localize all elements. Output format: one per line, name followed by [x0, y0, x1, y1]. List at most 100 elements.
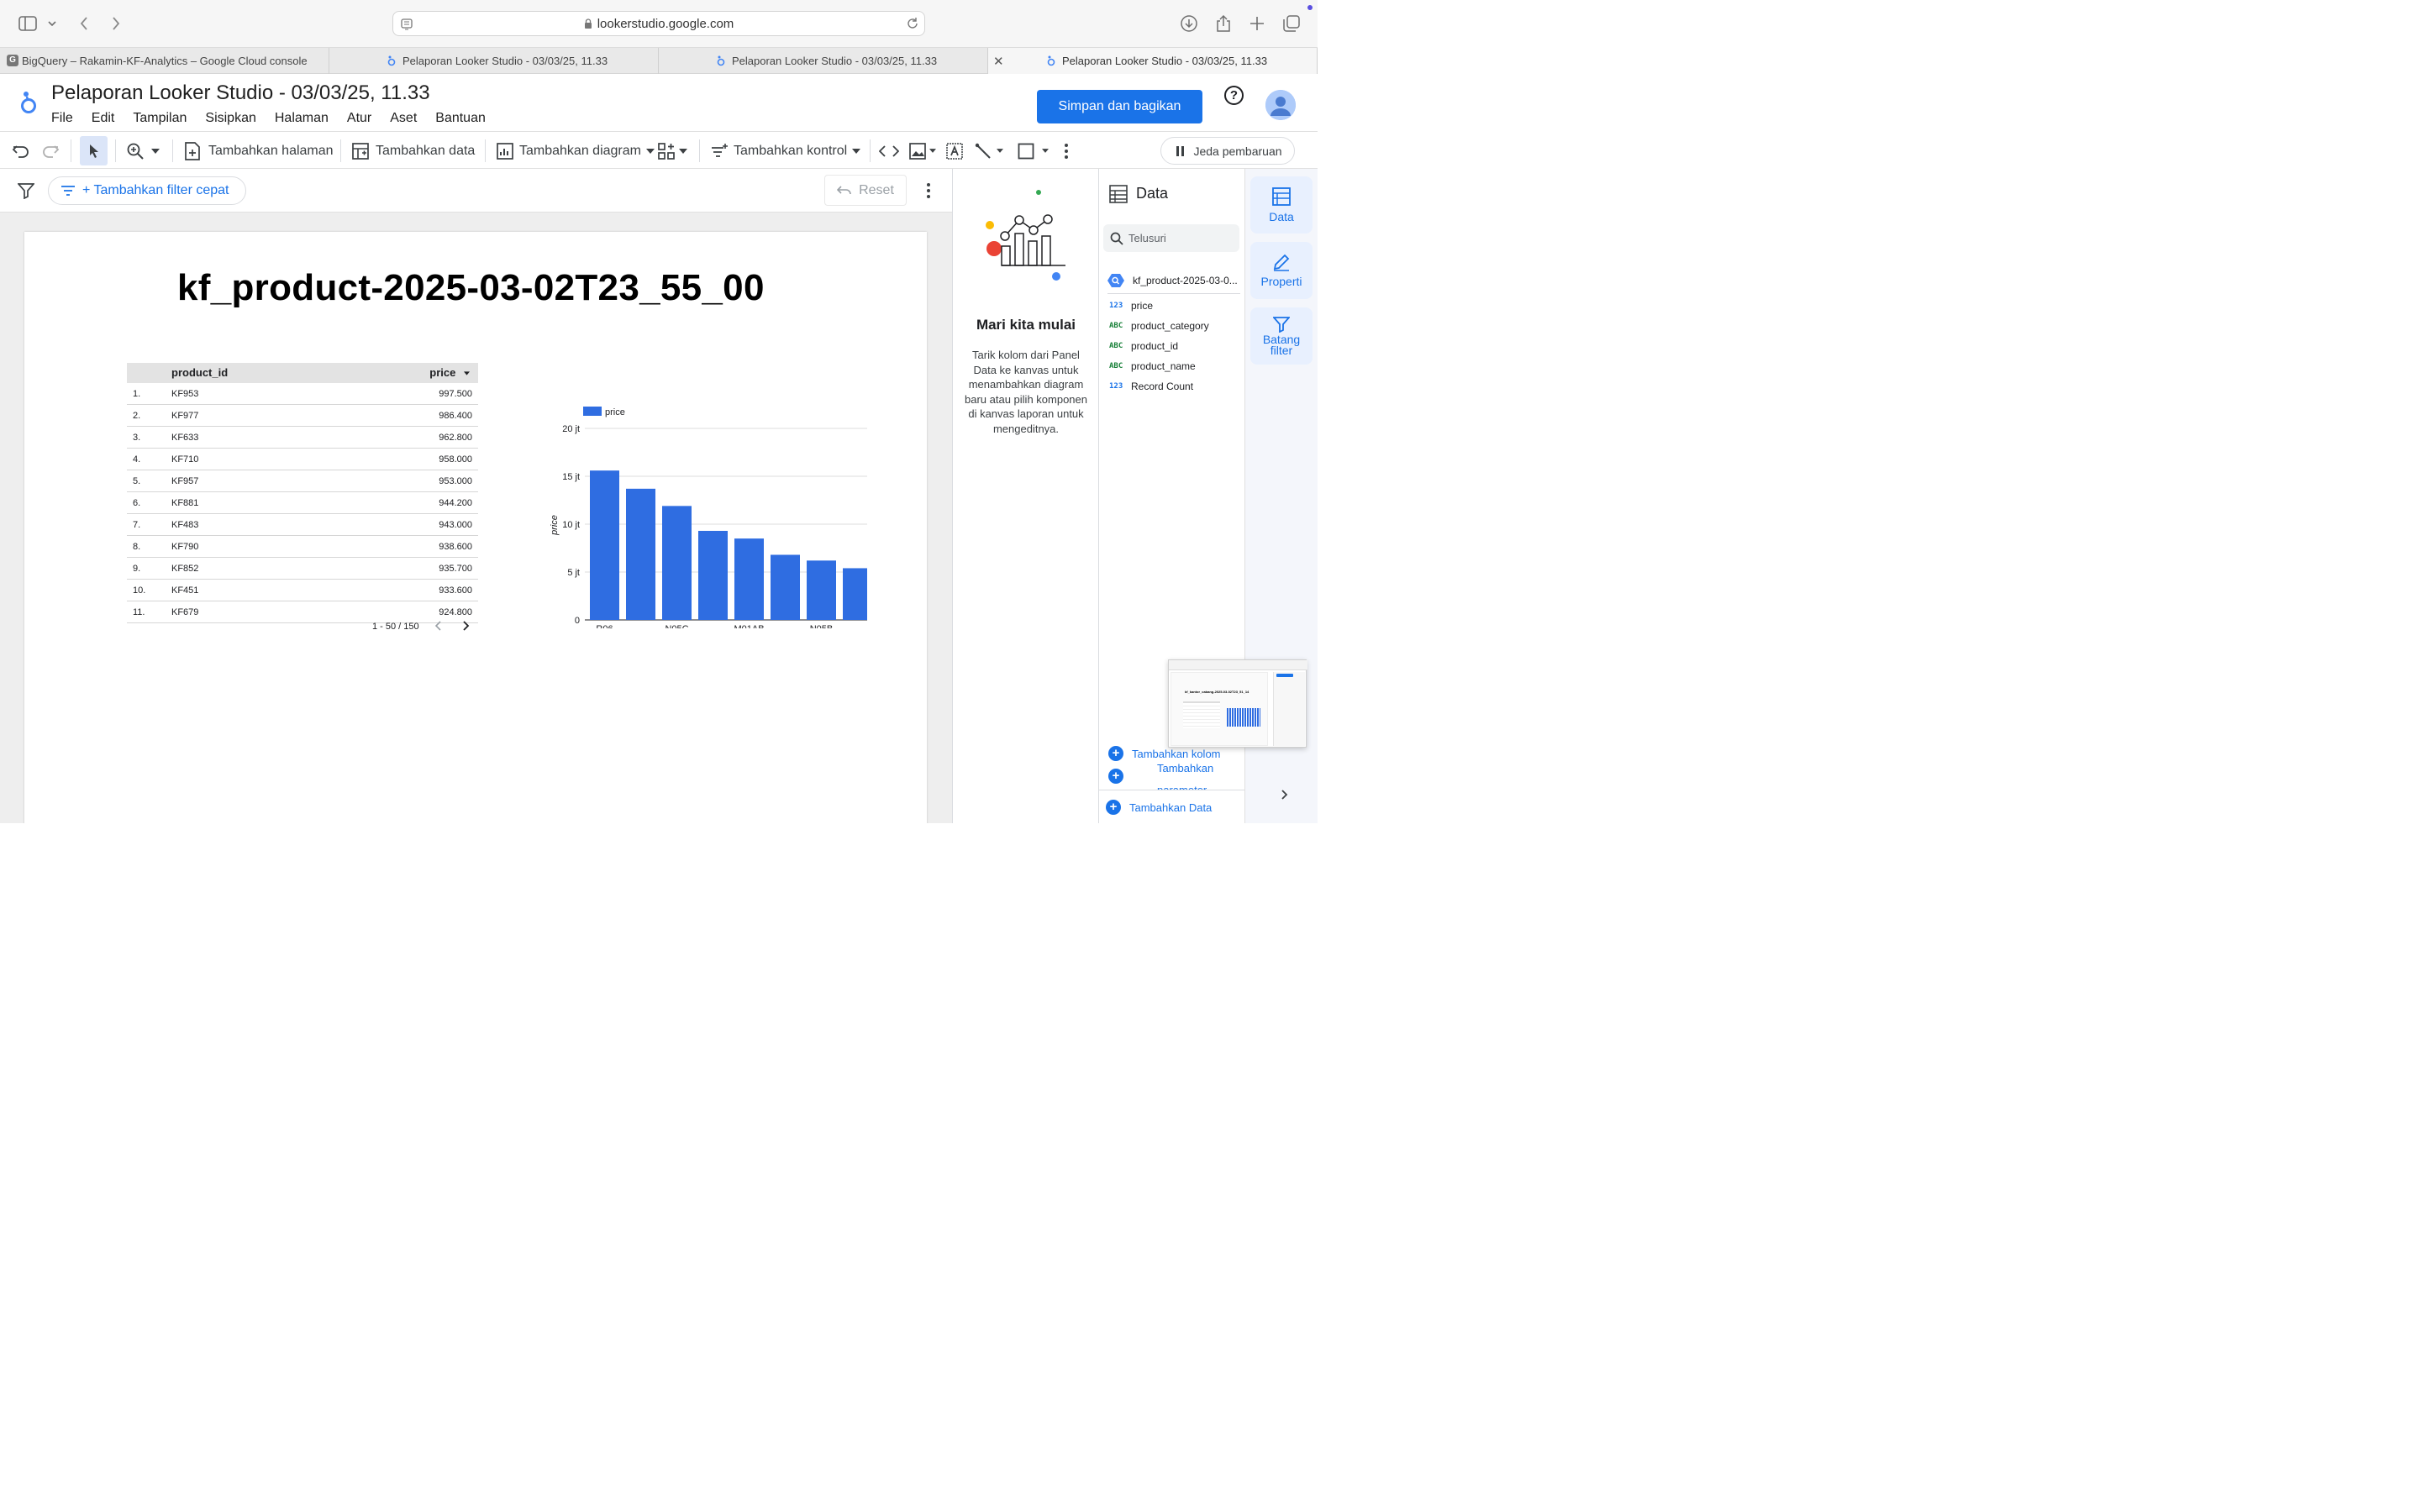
more-vert-icon[interactable] [1064, 132, 1069, 170]
data-search-input[interactable]: Telusuri [1103, 224, 1239, 252]
field-product-id[interactable]: ABC product_id [1109, 336, 1178, 356]
share-icon[interactable] [1214, 13, 1233, 34]
add-data-button[interactable]: Tambahkan data [351, 132, 475, 170]
text-type-icon: ABC [1109, 362, 1123, 370]
downloads-icon[interactable] [1179, 13, 1199, 34]
shape-icon[interactable] [1018, 132, 1049, 170]
table-row[interactable]: 7. KF483 943.000 [127, 514, 478, 536]
tab-looker-2[interactable]: Pelaporan Looker Studio - 03/03/25, 11.3… [659, 48, 988, 74]
text-box-icon[interactable] [946, 132, 963, 170]
zoom-icon[interactable] [126, 132, 160, 170]
field-product-category[interactable]: ABC product_category [1109, 316, 1209, 336]
chevron-down-icon[interactable] [45, 15, 59, 32]
add-chart-button[interactable]: Tambahkan diagram [496, 132, 655, 170]
help-icon[interactable]: ? [1224, 86, 1244, 105]
add-page-button[interactable]: Tambahkan halaman [183, 132, 334, 170]
table-row[interactable]: 1. KF953 997.500 [127, 383, 478, 405]
menu-page[interactable]: Halaman [275, 111, 329, 126]
table-row[interactable]: 6. KF881 944.200 [127, 492, 478, 514]
tab-looker-active[interactable]: ✕ Pelaporan Looker Studio - 03/03/25, 11… [988, 48, 1318, 74]
next-page-icon[interactable] [461, 620, 470, 634]
select-tool-icon[interactable] [80, 136, 108, 165]
chevron-right-icon[interactable] [1281, 789, 1289, 805]
table-row[interactable]: 3. KF633 962.800 [127, 427, 478, 449]
undo-icon[interactable] [12, 132, 30, 170]
data-table[interactable]: product_id price 1. KF953 997.500 2. KF977 98… [127, 363, 478, 623]
menu-insert[interactable]: Sisipkan [205, 111, 255, 126]
field-price[interactable]: 123 price [1109, 296, 1153, 316]
column-header-price[interactable]: price [429, 363, 470, 383]
tab-bigquery[interactable]: G BigQuery – Rakamin-KF-Analytics – Goog… [0, 48, 329, 74]
rail-filter-bar-button[interactable]: Batang filter [1250, 307, 1313, 365]
bar [698, 530, 728, 620]
bar-chart[interactable]: price05 jt10 jt15 jt20 jtpriceR06M01AEN0… [514, 376, 867, 628]
row-number: 2. [133, 411, 141, 421]
menu-arrange[interactable]: Atur [347, 111, 371, 126]
bar [771, 554, 800, 620]
quick-filter-label: + Tambahkan filter cepat [82, 183, 229, 197]
cell-product-id: KF977 [171, 411, 199, 421]
field-product-name[interactable]: ABC product_name [1109, 356, 1196, 376]
close-tab-icon[interactable]: ✕ [993, 54, 1004, 69]
table-row[interactable]: 8. KF790 938.600 [127, 536, 478, 558]
thumbnail-page: kf_kantor_cabang-2025-03-02T23_51_14 [1171, 672, 1268, 746]
cell-price: 935.700 [439, 564, 472, 574]
field-record-count[interactable]: 123 Record Count [1109, 376, 1193, 396]
divider [485, 139, 486, 162]
line-icon[interactable] [975, 132, 1003, 170]
reset-button[interactable]: Reset [824, 175, 907, 206]
cell-product-id: KF483 [171, 520, 199, 530]
embed-code-icon[interactable] [879, 132, 899, 170]
cell-price: 953.000 [439, 476, 472, 486]
menu-edit[interactable]: Edit [92, 111, 115, 126]
quick-filter-button[interactable]: + Tambahkan filter cepat [48, 176, 246, 205]
report-name[interactable]: Pelaporan Looker Studio - 03/03/25, 11.3… [51, 81, 430, 105]
data-source-item[interactable]: kf_product-2025-03-0... [1107, 268, 1240, 294]
more-vert-icon[interactable] [926, 182, 931, 203]
bar [843, 568, 867, 620]
window-thumbnail-preview[interactable]: kf_kantor_cabang-2025-03-02T23_51_14 [1168, 659, 1307, 748]
table-row[interactable]: 2. KF977 986.400 [127, 405, 478, 427]
notification-dot [1307, 5, 1313, 10]
menu-resource[interactable]: Aset [390, 111, 417, 126]
table-row[interactable]: 5. KF957 953.000 [127, 470, 478, 492]
rail-properties-button[interactable]: Properti [1250, 242, 1313, 299]
image-icon[interactable] [909, 132, 936, 170]
forward-icon[interactable] [108, 13, 124, 34]
prev-page-icon[interactable] [434, 620, 443, 634]
redo-icon[interactable] [41, 132, 60, 170]
back-icon[interactable] [76, 13, 92, 34]
table-row[interactable]: 9. KF852 935.700 [127, 558, 478, 580]
browser-toolbar: lookerstudio.google.com [0, 0, 1318, 48]
table-row[interactable]: 4. KF710 958.000 [127, 449, 478, 470]
site-settings-icon[interactable] [400, 18, 413, 34]
filter-list-icon [61, 186, 75, 196]
tab-looker-1[interactable]: Pelaporan Looker Studio - 03/03/25, 11.3… [329, 48, 659, 74]
column-header-product-id[interactable]: product_id [171, 363, 228, 383]
tab-overview-icon[interactable] [1281, 13, 1302, 34]
filter-icon[interactable] [17, 182, 35, 203]
avatar[interactable] [1265, 90, 1296, 120]
table-row[interactable]: 10. KF451 933.600 [127, 580, 478, 601]
report-page[interactable]: kf_product-2025-03-02T23_55_00 product_i… [24, 232, 927, 823]
sidebar-toggle-icon[interactable] [17, 13, 39, 34]
report-title[interactable]: kf_product-2025-03-02T23_55_00 [177, 267, 765, 309]
row-number: 1. [133, 389, 141, 399]
rail-data-button[interactable]: Data [1250, 176, 1313, 234]
add-parameter-button[interactable]: + Tambahkan parameter [1108, 762, 1213, 790]
pause-updates-button[interactable]: Jeda pembaruan [1160, 137, 1295, 165]
add-data-link[interactable]: + Tambahkan Data [1106, 800, 1212, 815]
cell-product-id: KF790 [171, 542, 199, 552]
community-viz-icon[interactable] [657, 132, 687, 170]
add-control-button[interactable]: Tambahkan kontrol [710, 132, 861, 170]
column-header-price-label: price [429, 366, 456, 379]
reload-icon[interactable] [906, 17, 919, 34]
share-button[interactable]: Simpan dan bagikan [1037, 90, 1202, 123]
new-tab-icon[interactable] [1248, 13, 1266, 34]
menu-file[interactable]: File [51, 111, 73, 126]
address-bar[interactable]: lookerstudio.google.com [392, 11, 925, 36]
menu-help[interactable]: Bantuan [435, 111, 486, 126]
menu-view[interactable]: Tampilan [133, 111, 187, 126]
sort-desc-icon [464, 371, 470, 375]
looker-studio-logo[interactable] [18, 89, 39, 114]
